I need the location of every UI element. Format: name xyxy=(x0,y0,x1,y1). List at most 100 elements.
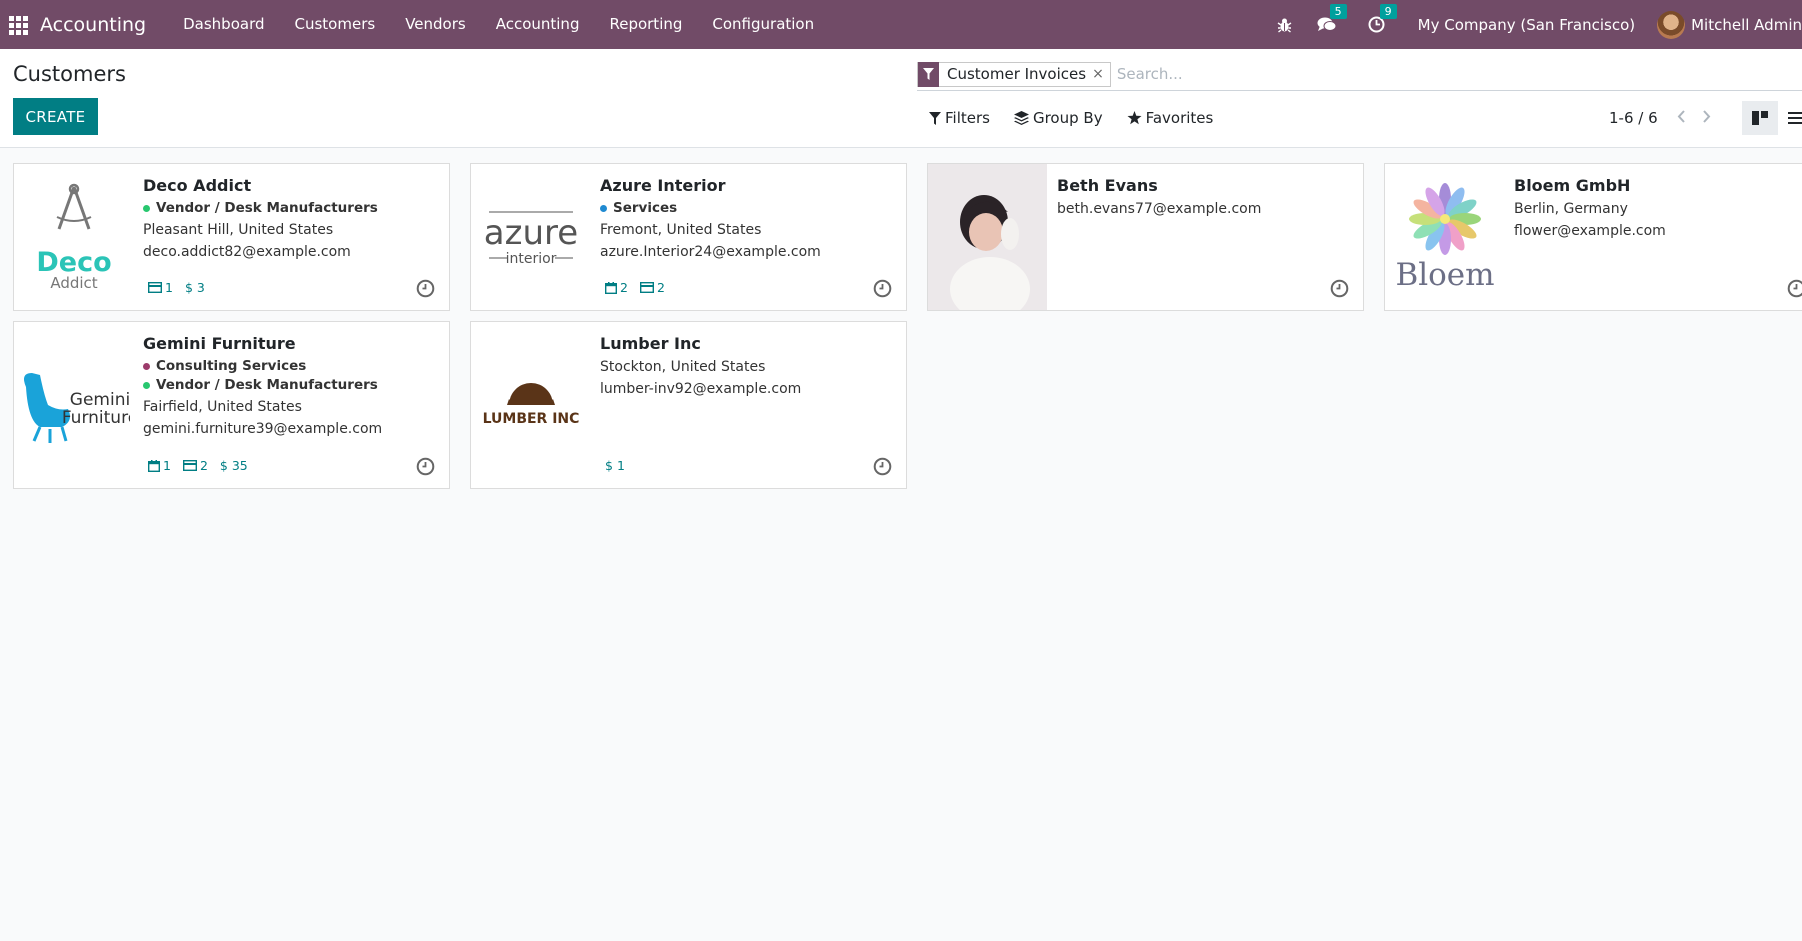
app-name[interactable]: Accounting xyxy=(40,14,146,36)
payment-card-counter[interactable]: 2 xyxy=(182,458,208,473)
svg-text:Furniture: Furniture xyxy=(61,408,129,428)
svg-text:interior: interior xyxy=(505,251,556,267)
groupby-label: Group By xyxy=(1032,109,1103,127)
company-logo: Bloem xyxy=(1385,164,1504,310)
activity-clock-icon[interactable] xyxy=(873,457,892,476)
card-icon xyxy=(148,282,162,293)
company-logo: Gemini Furniture xyxy=(14,322,133,488)
card-title: Deco Addict xyxy=(143,176,252,195)
activity-clock-icon[interactable] xyxy=(416,279,435,298)
groupby-button[interactable]: Group By xyxy=(1013,109,1103,127)
filter-icon xyxy=(929,111,941,125)
dollar-icon: $ xyxy=(605,458,613,473)
card-address: Berlin, Germany xyxy=(1514,201,1628,217)
card-title: Lumber Inc xyxy=(600,334,701,353)
invoice-counter[interactable]: $3 xyxy=(185,280,205,295)
menu-reporting[interactable]: Reporting xyxy=(594,0,697,49)
favorites-button[interactable]: Favorites xyxy=(1127,109,1214,127)
card-title: Azure Interior xyxy=(600,176,726,195)
card-title: Gemini Furniture xyxy=(143,334,296,353)
menu-vendors[interactable]: Vendors xyxy=(390,0,481,49)
activity-clock-icon[interactable] xyxy=(1787,279,1802,298)
category-tag: Vendor / Desk Manufacturers xyxy=(143,377,439,393)
card-email: deco.addict82@example.com xyxy=(143,244,351,260)
dollar-icon: $ xyxy=(184,280,193,295)
menu-customers[interactable]: Customers xyxy=(280,0,391,49)
calendar-icon xyxy=(148,459,160,472)
card-email: flower@example.com xyxy=(1514,223,1666,239)
list-view-icon[interactable] xyxy=(1778,101,1802,135)
pager-previous-icon[interactable] xyxy=(1668,109,1694,127)
invoice-counter[interactable]: $1 xyxy=(605,458,625,473)
debug-bug-icon[interactable] xyxy=(1274,14,1296,36)
pager-value[interactable]: 1-6 / 6 xyxy=(1609,109,1658,127)
contact-photo xyxy=(928,164,1047,310)
svg-text:azure: azure xyxy=(483,213,577,253)
create-button[interactable]: CREATE xyxy=(13,98,98,135)
svg-text:Addict: Addict xyxy=(50,274,97,292)
card-address: Fairfield, United States xyxy=(143,399,302,415)
card-title: Bloem GmbH xyxy=(1514,176,1631,195)
kanban-card-azure-interior[interactable]: azure interior Azure Interior Services F… xyxy=(470,163,907,311)
kanban-view-icon[interactable] xyxy=(1742,101,1778,135)
facet-remove-icon[interactable]: × xyxy=(1092,66,1110,82)
pager-next-icon[interactable] xyxy=(1694,109,1720,127)
menu-configuration[interactable]: Configuration xyxy=(697,0,829,49)
menu-accounting[interactable]: Accounting xyxy=(481,0,595,49)
search-facet: Customer Invoices × xyxy=(917,61,1111,87)
kanban-card-lumber-inc[interactable]: LUMBER INC Lumber Inc Stockton, United S… xyxy=(470,321,907,489)
card-address: Pleasant Hill, United States xyxy=(143,222,334,238)
search-input[interactable] xyxy=(1116,61,1802,87)
activities-clock-icon[interactable]: 9 xyxy=(1366,3,1397,36)
company-logo: LUMBER INC xyxy=(471,322,590,488)
activities-badge: 9 xyxy=(1379,3,1397,19)
calendar-icon xyxy=(605,281,617,294)
user-menu[interactable]: Mitchell Admin xyxy=(1657,10,1802,39)
favorites-label: Favorites xyxy=(1145,109,1214,127)
activity-clock-icon[interactable] xyxy=(416,457,435,476)
menu-dashboard[interactable]: Dashboard xyxy=(168,0,279,49)
card-email: azure.Interior24@example.com xyxy=(600,244,821,260)
invoice-counter[interactable]: $35 xyxy=(220,458,248,473)
card-email: gemini.furniture39@example.com xyxy=(143,421,383,437)
filters-label: Filters xyxy=(945,109,990,127)
card-email: lumber-inv92@example.com xyxy=(600,381,802,397)
kanban-card-bloem-gmbh[interactable]: Bloem Bloem GmbH Berlin, Germany flower@… xyxy=(1384,163,1802,311)
facet-label: Customer Invoices xyxy=(947,65,1087,83)
card-address: Fremont, United States xyxy=(600,222,762,238)
search-bar: Customer Invoices × xyxy=(917,58,1802,91)
pager: 1-6 / 6 xyxy=(1609,109,1720,127)
kanban-card-gemini-furniture[interactable]: Gemini Furniture Gemini Furniture Consul… xyxy=(13,321,450,489)
card-email: beth.evans77@example.com xyxy=(1057,201,1262,217)
payment-card-counter[interactable]: 2 xyxy=(639,280,665,295)
activity-clock-icon[interactable] xyxy=(1330,279,1349,298)
svg-text:Gemini: Gemini xyxy=(69,390,129,410)
star-icon xyxy=(1127,111,1142,125)
svg-text:Bloem: Bloem xyxy=(1395,257,1494,293)
company-switcher[interactable]: My Company (San Francisco) xyxy=(1418,16,1635,34)
meeting-counter[interactable]: 2 xyxy=(605,280,628,295)
filters-button[interactable]: Filters xyxy=(929,109,990,127)
kanban-card-beth-evans[interactable]: Beth Evans beth.evans77@example.com xyxy=(927,163,1364,311)
payment-card-counter[interactable]: 1 xyxy=(148,280,173,295)
card-address: Stockton, United States xyxy=(600,359,766,375)
card-counters: 1 $3 xyxy=(148,280,217,295)
filter-funnel-icon xyxy=(918,61,939,87)
top-navbar: Accounting Dashboard Customers Vendors A… xyxy=(0,0,1802,49)
meeting-counter[interactable]: 1 xyxy=(148,458,171,473)
search-options: Filters Group By Favorites xyxy=(929,109,1237,127)
svg-text:LUMBER INC: LUMBER INC xyxy=(482,411,579,427)
avatar xyxy=(1657,10,1686,39)
card-icon xyxy=(639,282,654,293)
user-name: Mitchell Admin xyxy=(1691,15,1802,34)
kanban-card-deco-addict[interactable]: Deco Addict Deco Addict Vendor / Desk Ma… xyxy=(13,163,450,311)
main-menu: Dashboard Customers Vendors Accounting R… xyxy=(168,0,829,49)
card-title: Beth Evans xyxy=(1057,176,1158,195)
card-counters: 1 2 $35 xyxy=(148,458,260,473)
messages-icon[interactable]: 5 xyxy=(1316,3,1347,36)
category-tag: Consulting Services xyxy=(143,358,439,374)
apps-menu-icon[interactable] xyxy=(8,15,28,35)
company-logo: Deco Addict xyxy=(14,164,133,310)
category-tag: Services xyxy=(600,200,896,216)
activity-clock-icon[interactable] xyxy=(873,279,892,298)
